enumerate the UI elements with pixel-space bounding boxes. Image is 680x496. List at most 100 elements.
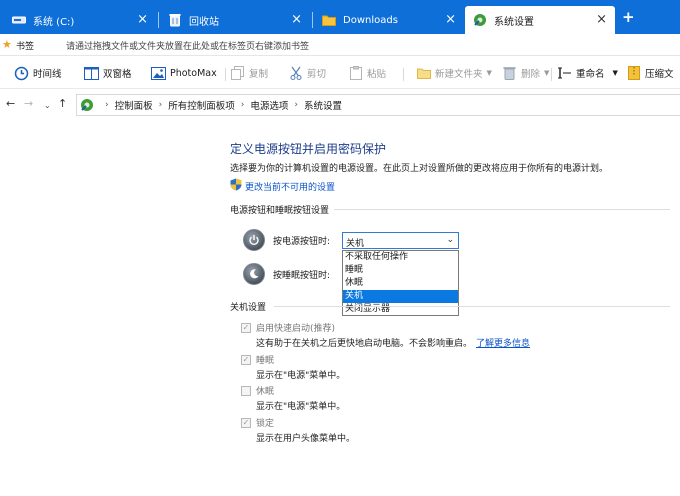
forward-arrow-icon[interactable]: →: [24, 98, 33, 110]
paste-label: 粘贴: [367, 69, 387, 80]
chevron-down-icon: ▼: [486, 69, 492, 77]
fast-startup-description: 这有助于在关机之后更快地启动电脑。不会影响重启。 了解更多信息: [256, 336, 530, 349]
hibernate-option-label: 休眠: [256, 387, 275, 397]
back-arrow-icon[interactable]: ←: [6, 98, 15, 110]
dual-pane-button[interactable]: 双窗格: [84, 64, 132, 82]
folder-icon: [322, 13, 336, 27]
chevron-down-icon[interactable]: ⌄: [44, 100, 51, 112]
lock-option[interactable]: ✓ 锁定: [241, 416, 274, 429]
control-panel-icon: [473, 13, 487, 27]
scissors-icon: [288, 66, 303, 81]
tab-title: 系统设置: [494, 16, 534, 28]
cut-button[interactable]: 剪切: [288, 64, 326, 82]
tab-title: 系统 (C:): [33, 16, 75, 28]
toolbar-divider: [551, 68, 552, 81]
settings-content: 定义电源按钮并启用密码保护 选择要为你的计算机设置的电源设置。在此页上对设置所做…: [0, 120, 680, 496]
section-divider: [334, 209, 670, 210]
close-icon[interactable]: ×: [137, 13, 148, 26]
close-icon[interactable]: ×: [445, 13, 456, 26]
close-icon[interactable]: ×: [291, 13, 302, 26]
sleep-option-description: 显示在"电源"菜单中。: [256, 371, 346, 381]
toolbar: 时间线 双窗格 PhotoMax 复制 剪切 粘贴 新建文件夹 ▼ 删除 ▼ 重…: [0, 57, 680, 89]
fast-startup-option[interactable]: ✓ 启用快速启动(推荐): [241, 321, 335, 334]
copy-button[interactable]: 复制: [230, 64, 268, 82]
bookmarks-hint: 请通过拖拽文件或文件夹放置在此处或在标签页右键添加书签: [66, 42, 310, 52]
tab-recycle-bin[interactable]: 回收站 ×: [160, 6, 310, 34]
tab-strip: 系统 (C:) × 回收站 × Downloads × 系统设置 × +: [0, 0, 680, 34]
bookmark-bar: ★ 书签 请通过拖拽文件或文件夹放置在此处或在标签页右键添加书签: [0, 34, 680, 56]
rename-label: 重命名: [576, 69, 605, 80]
page-description: 选择要为你的计算机设置的电源设置。在此页上对设置所做的更改将应用于你所有的电源计…: [230, 164, 609, 174]
breadcrumb-item[interactable]: 所有控制面板项: [168, 98, 235, 112]
power-button-label: 按电源按钮时:: [273, 236, 331, 247]
tab-drive-c[interactable]: 系统 (C:) ×: [4, 6, 156, 34]
page-title: 定义电源按钮并启用密码保护: [230, 142, 387, 156]
breadcrumb-item[interactable]: 电源选项: [250, 98, 288, 112]
delete-button[interactable]: 删除 ▼: [502, 64, 549, 82]
dual-pane-label: 双窗格: [103, 69, 132, 80]
new-folder-button[interactable]: 新建文件夹 ▼: [416, 64, 492, 82]
breadcrumb-item[interactable]: 控制面板: [115, 98, 153, 112]
new-tab-button[interactable]: +: [622, 10, 635, 25]
uac-shield-icon: [230, 178, 242, 194]
chevron-right-icon: ›: [240, 100, 245, 110]
section-title: 电源按钮和睡眠按钮设置: [230, 206, 330, 216]
dropdown-option[interactable]: 睡眠: [343, 264, 458, 277]
rename-button[interactable]: 重命名 ▼: [557, 64, 618, 82]
sleep-button-label: 按睡眠按钮时:: [273, 270, 331, 281]
tab-divider: [158, 12, 159, 28]
breadcrumb-item[interactable]: 系统设置: [304, 98, 342, 112]
star-icon: ★: [2, 38, 12, 51]
fast-startup-label: 启用快速启动(推荐): [256, 324, 336, 334]
close-icon[interactable]: ×: [596, 13, 607, 26]
bookmarks-label[interactable]: 书签: [16, 39, 34, 52]
tab-system-settings[interactable]: 系统设置 ×: [465, 6, 615, 34]
clipboard-icon: [348, 66, 363, 81]
new-folder-icon: [416, 66, 431, 81]
breadcrumb[interactable]: › 控制面板 › 所有控制面板项 › 电源选项 › 系统设置: [76, 94, 680, 116]
timeline-label: 时间线: [33, 69, 62, 80]
address-row: ← → ⌄ ↑ › 控制面板 › 所有控制面板项 › 电源选项 › 系统设置: [0, 91, 680, 119]
lock-option-label: 锁定: [256, 419, 275, 429]
power-button-select[interactable]: 关机 ⌄: [342, 232, 459, 249]
chevron-right-icon: ›: [105, 100, 109, 110]
photomax-button[interactable]: PhotoMax: [151, 64, 217, 82]
paste-button[interactable]: 粘贴: [348, 64, 386, 82]
new-folder-label: 新建文件夹: [435, 69, 483, 80]
dropdown-option[interactable]: 不采取任何操作: [343, 251, 458, 264]
control-panel-icon: [80, 98, 94, 112]
rename-icon: [557, 66, 572, 81]
power-button-row: 按电源按钮时:: [243, 229, 330, 251]
up-arrow-icon[interactable]: ↑: [58, 98, 67, 110]
delete-label: 删除: [521, 69, 541, 80]
cut-label: 剪切: [307, 69, 327, 80]
copy-label: 复制: [249, 69, 269, 80]
sleep-option[interactable]: ✓ 睡眠: [241, 353, 274, 366]
lock-checkbox[interactable]: ✓: [241, 417, 251, 428]
sleep-icon: [243, 263, 265, 285]
power-icon: [243, 229, 265, 251]
dual-pane-icon: [84, 66, 99, 81]
dropdown-option[interactable]: 休眠: [343, 277, 458, 290]
shutdown-settings-section: 关机设置: [230, 300, 670, 313]
chevron-right-icon: ›: [158, 100, 163, 110]
fast-startup-desc-text: 这有助于在关机之后更快地启动电脑。不会影响重启。: [256, 339, 473, 349]
sleep-checkbox[interactable]: ✓: [241, 354, 251, 365]
tab-title: 回收站: [189, 16, 219, 28]
compress-button[interactable]: 压缩文: [626, 64, 674, 82]
fast-startup-checkbox[interactable]: ✓: [241, 322, 251, 333]
timeline-button[interactable]: 时间线: [14, 64, 62, 82]
hibernate-option-description: 显示在"电源"菜单中。: [256, 402, 346, 412]
change-settings-label: 更改当前不可用的设置: [245, 182, 336, 193]
sleep-button-row: 按睡眠按钮时:: [243, 263, 330, 285]
toolbar-divider: [225, 68, 226, 81]
change-settings-link[interactable]: 更改当前不可用的设置: [230, 178, 335, 194]
chevron-down-icon: ⌄: [446, 235, 454, 245]
tab-title: Downloads: [343, 14, 398, 26]
tab-downloads[interactable]: Downloads ×: [314, 6, 464, 34]
hibernate-option[interactable]: 休眠: [241, 384, 274, 397]
learn-more-link[interactable]: 了解更多信息: [476, 339, 530, 349]
tab-divider: [312, 12, 313, 28]
hibernate-checkbox[interactable]: [241, 385, 251, 396]
section-divider: [274, 306, 670, 307]
